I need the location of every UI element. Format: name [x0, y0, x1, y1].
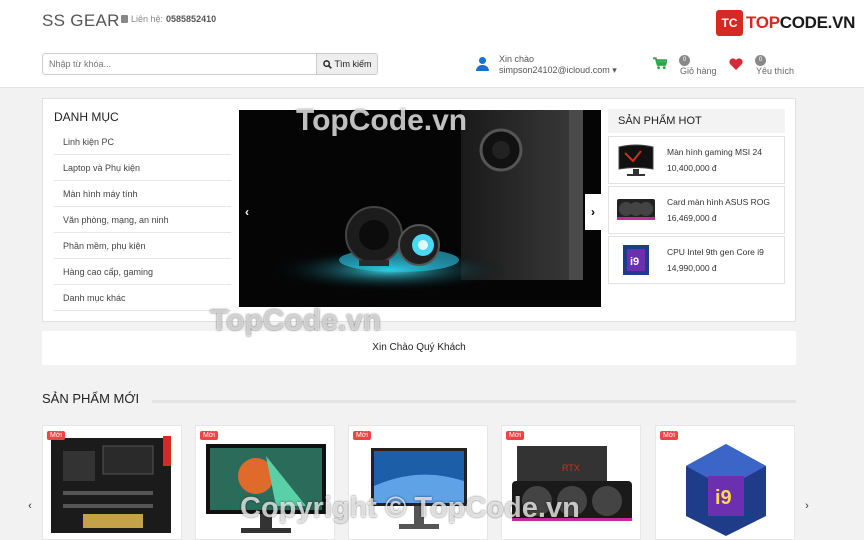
section-divider [152, 400, 796, 403]
new-badge: Mới [353, 431, 371, 440]
user-menu[interactable]: Xin chào simpson24102@icloud.com ▾ [476, 54, 617, 76]
category-item[interactable]: Màn hình máy tính [54, 181, 231, 207]
hot-product-name: Card màn hình ASUS ROG [667, 197, 770, 207]
hot-product-price: 16,469,000 đ [667, 213, 717, 223]
heart-icon [729, 58, 743, 70]
hot-products: SẢN PHẨM HOT Màn hình gaming MSI 24 10,40… [608, 109, 785, 286]
watermark-text: TopCode.vn [296, 104, 468, 137]
search-button-label: Tìm kiếm [334, 59, 372, 69]
contact-info: Liên hệ: 0585852410 [121, 14, 216, 24]
user-icon [476, 57, 489, 71]
search-button[interactable]: Tìm kiếm [317, 53, 378, 75]
cart-icon [653, 57, 667, 70]
slider-prev-button[interactable]: ‹ [239, 194, 255, 230]
slider-next-button[interactable]: › [585, 194, 601, 230]
greeting-text: Xin chào [499, 54, 535, 64]
contact-label: Liên hệ: [131, 14, 164, 24]
brand-name[interactable]: SS GEAR [42, 11, 120, 31]
category-list: Linh kiện PC Laptop và Phụ kiện Màn hình… [54, 129, 231, 311]
hot-products-title: SẢN PHẨM HOT [608, 109, 785, 133]
logo-mark-icon: TC [716, 10, 743, 36]
product-card[interactable]: Mới [42, 425, 182, 540]
new-badge: Mới [660, 431, 678, 440]
hot-product-item[interactable]: Màn hình gaming MSI 24 10,400,000 đ [608, 136, 785, 184]
product-card[interactable]: Mới i9 [655, 425, 795, 540]
category-item[interactable]: Phần mềm, phụ kiện [54, 233, 231, 259]
hot-product-item[interactable]: i9 CPU Intel 9th gen Core i9 14,990,000 đ [608, 236, 785, 284]
search-icon [322, 59, 332, 69]
products-prev-button[interactable]: ‹ [23, 497, 37, 515]
cpu-icon: i9 [623, 245, 649, 275]
welcome-banner: Xin Chào Quý Khách [42, 331, 796, 365]
cart-label: Giỏ hàng [680, 66, 717, 76]
hot-product-item[interactable]: Card màn hình ASUS ROG 16,469,000 đ [608, 186, 785, 234]
hot-product-name: CPU Intel 9th gen Core i9 [667, 247, 764, 257]
hot-product-price: 14,990,000 đ [667, 263, 717, 273]
svg-text:RTX: RTX [562, 463, 580, 473]
motherboard-icon [51, 436, 171, 533]
new-badge: Mới [47, 431, 65, 440]
gpu-icon [617, 199, 655, 220]
monitor-icon [618, 144, 654, 176]
category-item[interactable]: Văn phòng, mạng, an ninh [54, 207, 231, 233]
search-bar: Tìm kiếm [42, 53, 378, 75]
watermark-text: TopCode.vn [210, 304, 382, 337]
logo-text: TOPCODE.VN [746, 13, 856, 32]
category-item[interactable]: Linh kiện PC [54, 129, 231, 155]
hero-slider: ‹ › [239, 110, 601, 307]
new-badge: Mới [506, 431, 524, 440]
site-header: SS GEAR Liên hệ: 0585852410 TC TOPCODE.V… [0, 0, 864, 88]
category-item[interactable]: Hàng cao cấp, gaming [54, 259, 231, 285]
category-item[interactable]: Laptop và Phụ kiện [54, 155, 231, 181]
user-email[interactable]: simpson24102@icloud.com ▾ [499, 65, 617, 76]
category-item[interactable]: Danh mục khác [54, 285, 231, 311]
contact-phone: 0585852410 [166, 14, 217, 24]
hot-product-name: Màn hình gaming MSI 24 [667, 147, 762, 157]
new-badge: Mới [200, 431, 218, 440]
category-title: DANH MỤC [54, 110, 119, 124]
svg-text:i9: i9 [715, 487, 732, 509]
topcode-logo: TC TOPCODE.VN [716, 10, 855, 36]
cart-count-badge: 0 [679, 55, 690, 66]
cpu-icon: i9 [686, 444, 766, 536]
hot-product-price: 10,400,000 đ [667, 163, 717, 173]
wishlist-label: Yêu thích [756, 66, 795, 76]
wishlist-count-badge: 0 [755, 55, 766, 66]
products-next-button[interactable]: › [800, 497, 814, 515]
svg-text:i9: i9 [630, 256, 639, 268]
new-products-title: SẢN PHẨM MỚI [42, 391, 140, 406]
watermark-text: Copyright © TopCode.vn [240, 492, 580, 524]
speaker-banner-image [239, 110, 601, 307]
phone-icon [121, 15, 128, 23]
search-input[interactable] [42, 53, 317, 75]
